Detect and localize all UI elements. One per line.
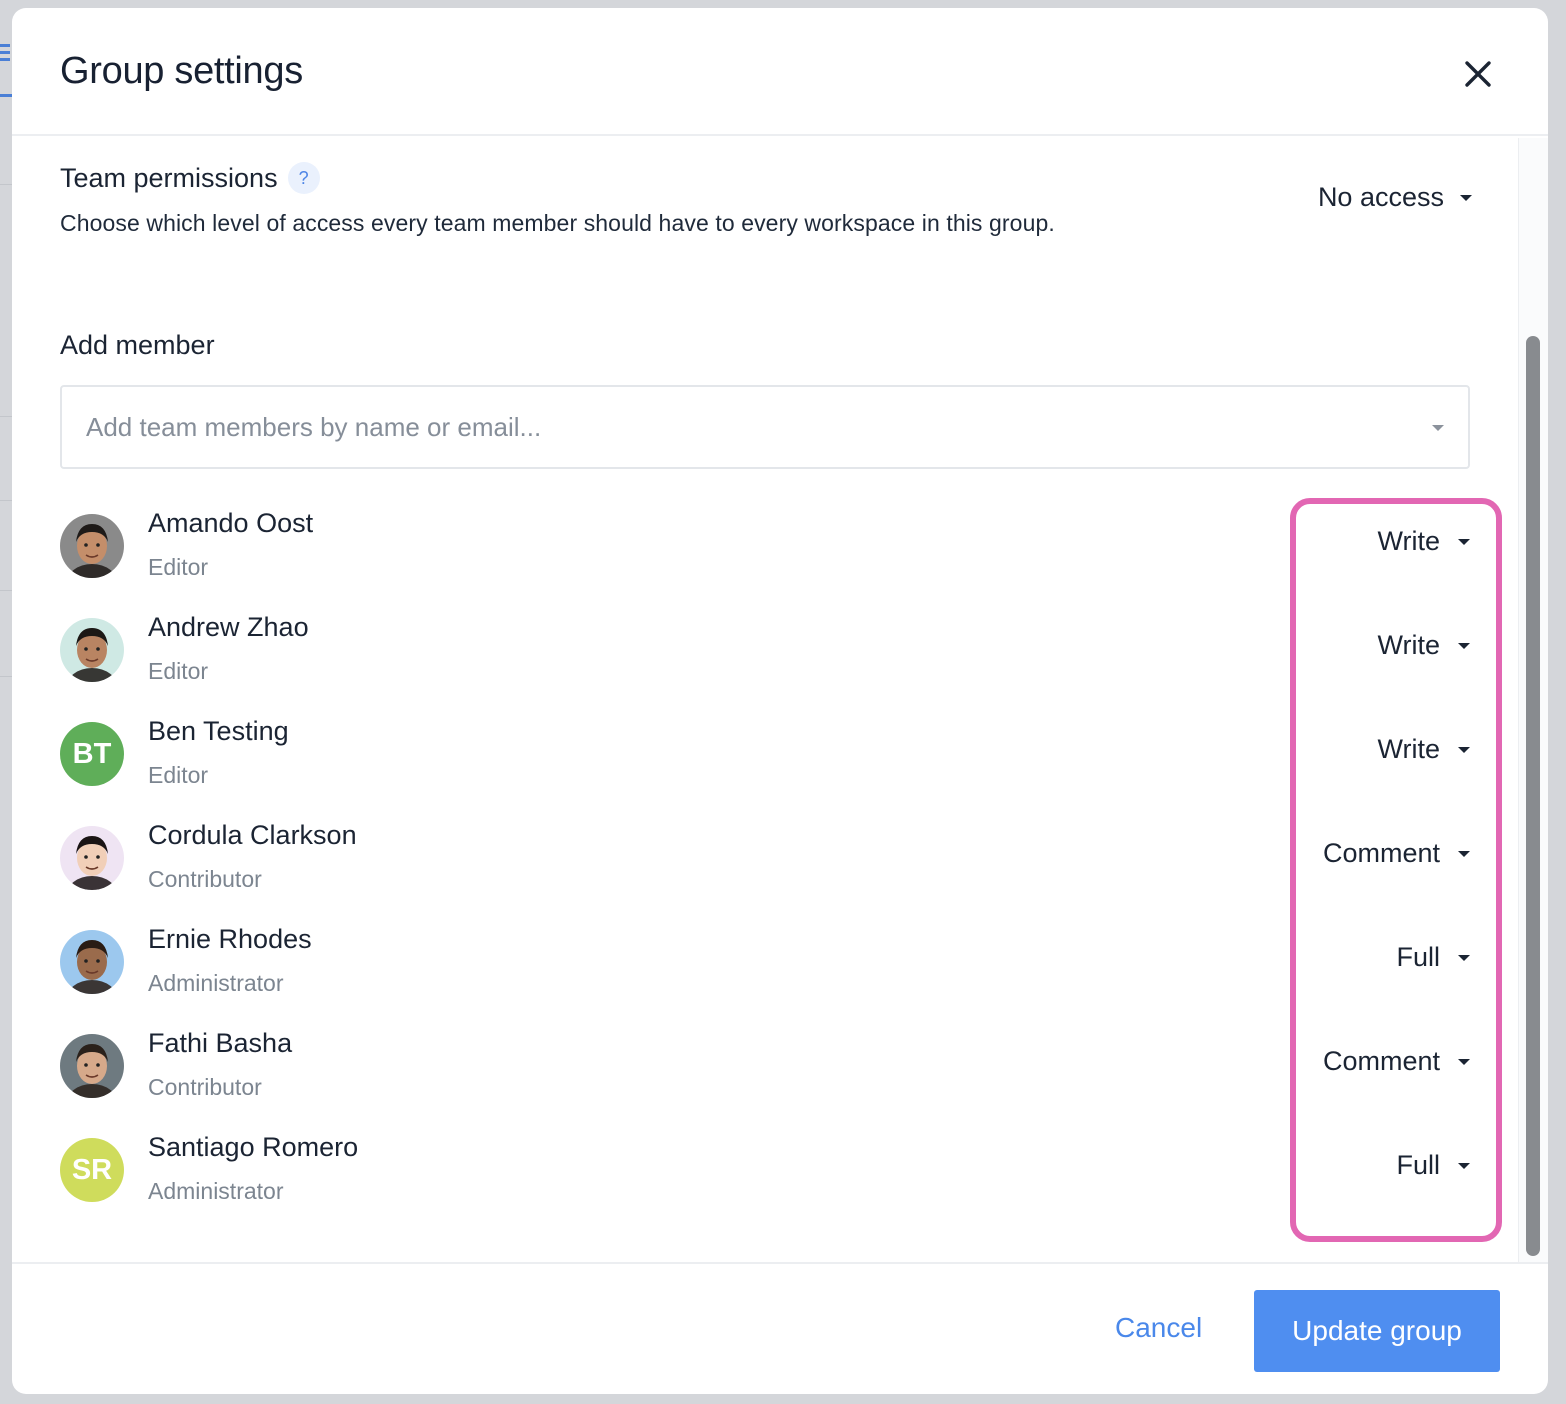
member-permission-dropdown[interactable]: Comment <box>1323 1046 1470 1077</box>
caret-down-icon <box>1460 194 1472 201</box>
member-permission-value: Write <box>1377 526 1440 556</box>
group-settings-dialog: Group settings Team permissions ? Choose… <box>12 8 1548 1394</box>
avatar-photo <box>60 1034 124 1098</box>
member-role: Editor <box>148 658 209 684</box>
member-permission-value: Write <box>1377 630 1440 660</box>
member-permission-value: Comment <box>1322 1046 1440 1076</box>
member-permission-dropdown[interactable]: Write <box>1377 526 1470 557</box>
help-icon[interactable]: ? <box>287 162 320 194</box>
add-member-input[interactable] <box>62 387 1362 467</box>
member-role: Editor <box>148 762 209 788</box>
avatar-photo <box>60 618 124 682</box>
caret-down-icon <box>1458 1162 1470 1169</box>
member-name: Amando Oost <box>148 508 314 538</box>
member-row: Amando Oost Editor Write <box>60 500 1470 604</box>
member-name: Andrew Zhao <box>148 612 309 642</box>
member-name: Fathi Basha <box>148 1028 293 1058</box>
team-permissions-title: Team permissions <box>60 162 278 193</box>
dialog-header: Group settings <box>12 8 1548 136</box>
avatar-photo <box>60 930 124 994</box>
background-divider <box>0 184 12 185</box>
avatar <box>60 1034 124 1098</box>
member-permission-value: Write <box>1377 734 1440 764</box>
caret-down-icon <box>1458 850 1470 857</box>
member-permission-value: Full <box>1396 1150 1440 1180</box>
member-row: SR Santiago Romero Administrator Full <box>60 1124 1470 1228</box>
member-role: Administrator <box>148 970 284 996</box>
background-divider <box>0 500 12 501</box>
member-list: Amando Oost Editor Write Andrew Zhao Editor W… <box>60 500 1470 1228</box>
avatar: SR <box>60 1138 124 1202</box>
avatar <box>60 514 124 578</box>
avatar: BT <box>60 722 124 786</box>
background-divider <box>0 676 12 677</box>
close-button[interactable] <box>1456 52 1500 96</box>
close-icon <box>1465 61 1491 87</box>
member-role: Contributor <box>148 1074 262 1100</box>
member-row: Cordula Clarkson Contributor Comment <box>60 812 1470 916</box>
member-permission-dropdown[interactable]: Write <box>1377 734 1470 765</box>
member-role: Editor <box>148 554 209 580</box>
background-divider <box>0 416 12 417</box>
dialog-title: Group settings <box>60 50 303 92</box>
team-permission-value: No access <box>1317 182 1444 212</box>
add-member-label: Add member <box>60 330 215 360</box>
member-role: Contributor <box>148 866 262 892</box>
avatar-photo <box>60 826 124 890</box>
member-name: Cordula Clarkson <box>148 820 357 850</box>
member-permission-dropdown[interactable]: Full <box>1396 1150 1470 1181</box>
background-tab-underline <box>0 94 12 97</box>
scrollbar-thumb[interactable] <box>1526 336 1540 1256</box>
caret-down-icon <box>1458 642 1470 649</box>
dialog-body: Team permissions ? Choose which level of… <box>12 138 1518 1262</box>
add-member-select[interactable] <box>60 385 1470 469</box>
background-list-icon <box>0 44 10 66</box>
member-row: Fathi Basha Contributor Comment <box>60 1020 1470 1124</box>
update-group-button[interactable]: Update group <box>1254 1290 1500 1372</box>
cancel-button[interactable]: Cancel <box>1115 1312 1202 1344</box>
member-row: BT Ben Testing Editor Write <box>60 708 1470 812</box>
member-permission-dropdown[interactable]: Write <box>1377 630 1470 661</box>
avatar-photo <box>60 514 124 578</box>
caret-down-icon[interactable] <box>1432 425 1444 431</box>
member-name: Ernie Rhodes <box>148 924 312 954</box>
avatar <box>60 826 124 890</box>
member-permission-value: Comment <box>1322 838 1440 868</box>
member-name: Santiago Romero <box>148 1132 359 1162</box>
dialog-footer: Cancel Update group <box>12 1262 1548 1394</box>
member-role: Administrator <box>148 1178 284 1204</box>
caret-down-icon <box>1458 954 1470 961</box>
member-permission-value: Full <box>1396 942 1440 972</box>
caret-down-icon <box>1458 1058 1470 1065</box>
member-permission-dropdown[interactable]: Comment <box>1323 838 1470 869</box>
caret-down-icon <box>1458 538 1470 545</box>
team-permissions-description: Choose which level of access every team … <box>60 210 1055 236</box>
team-permission-dropdown[interactable]: No access <box>1318 182 1472 213</box>
avatar <box>60 618 124 682</box>
caret-down-icon <box>1458 746 1470 753</box>
member-row: Ernie Rhodes Administrator Full <box>60 916 1470 1020</box>
member-row: Andrew Zhao Editor Write <box>60 604 1470 708</box>
team-permissions-heading: Team permissions ? <box>60 162 320 194</box>
avatar <box>60 930 124 994</box>
member-name: Ben Testing <box>148 716 289 746</box>
member-permission-dropdown[interactable]: Full <box>1396 942 1470 973</box>
background-divider <box>0 590 12 591</box>
